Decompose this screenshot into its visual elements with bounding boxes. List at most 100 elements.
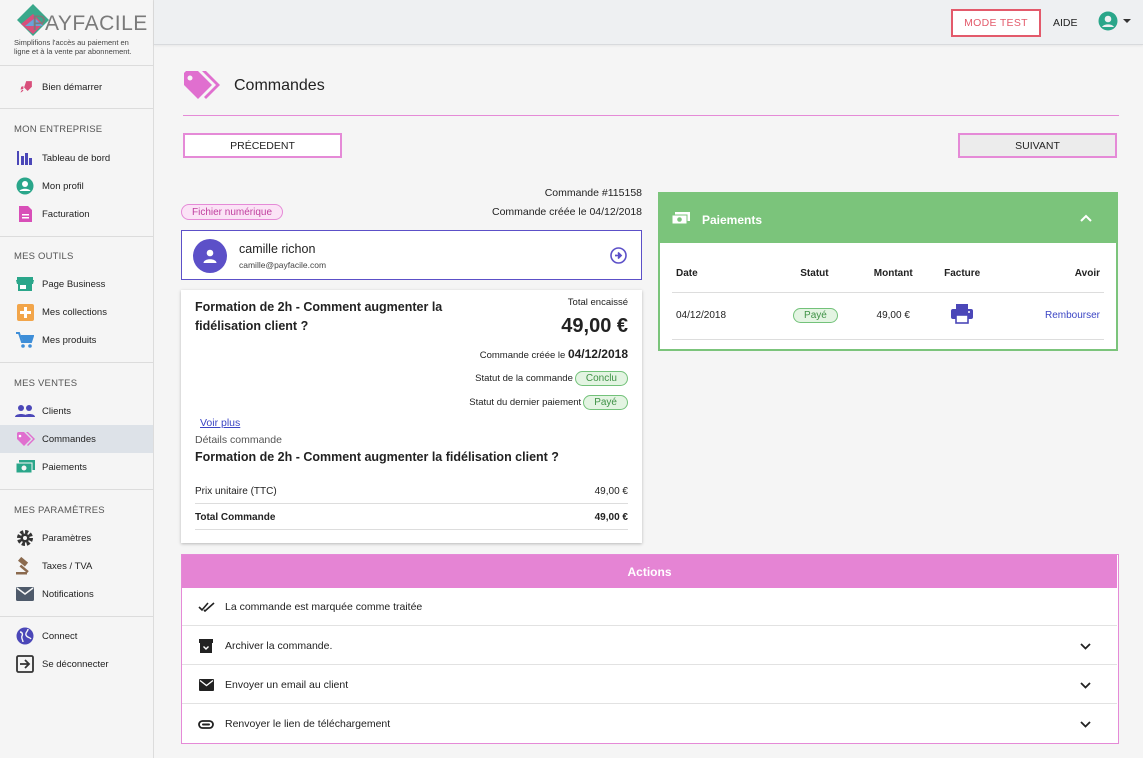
- sidebar-item-mon-profil[interactable]: Mon profil: [0, 172, 153, 200]
- payment-status-badge: Payé: [583, 395, 628, 410]
- total-value: 49,00 €: [561, 315, 628, 337]
- brand-tagline: Simplifions l'accès au paiement en ligne…: [14, 38, 132, 56]
- created-label: Commande créée le: [479, 350, 566, 361]
- total-order-label: Total Commande: [195, 512, 276, 523]
- arrow-right-circle-icon[interactable]: [610, 247, 627, 267]
- unit-price-label: Prix unitaire (TTC): [195, 486, 277, 497]
- person-icon: [203, 249, 217, 263]
- action-archive[interactable]: Archiver la commande.: [182, 627, 1117, 665]
- sidebar-item-label: Mes collections: [42, 306, 107, 318]
- action-resend-link[interactable]: Renvoyer le lien de téléchargement: [182, 705, 1117, 743]
- sidebar-item-se-deconnecter[interactable]: Se déconnecter: [0, 650, 153, 678]
- archive-icon: [196, 638, 216, 653]
- refund-cell: Rembourser: [995, 292, 1104, 340]
- rocket-icon: [15, 77, 35, 97]
- account-circle-icon: [1098, 11, 1118, 31]
- sidebar-item-label: Paiements: [42, 461, 87, 473]
- section-title: MES PARAMÈTRES: [14, 505, 105, 516]
- action-label: Envoyer un email au client: [225, 678, 349, 691]
- chevron-up-icon[interactable]: [1080, 213, 1092, 225]
- client-email: camille@payfacile.com: [239, 260, 327, 270]
- sidebar-item-label: Bien démarrer: [42, 81, 103, 93]
- see-more-link[interactable]: Voir plus: [200, 417, 240, 429]
- total-label: Total encaissé: [567, 297, 628, 308]
- order-number: Commande #115158: [544, 187, 642, 199]
- divider: [0, 616, 153, 617]
- mode-test-button[interactable]: MODE TEST: [951, 9, 1041, 37]
- sidebar-item-tableau-de-bord[interactable]: Tableau de bord: [0, 144, 153, 172]
- payment-status-badge: Payé: [793, 308, 838, 323]
- logo[interactable]: PAYFACILE Simplifions l'accès au paiemen…: [0, 0, 154, 66]
- chevron-down-icon[interactable]: [1080, 719, 1091, 731]
- column-header: Montant: [857, 255, 929, 293]
- gear-icon: [15, 528, 35, 548]
- sidebar-item-mes-produits[interactable]: Mes produits: [0, 326, 153, 354]
- action-mark-processed[interactable]: La commande est marquée comme traitée: [182, 588, 1117, 626]
- action-label: Renvoyer le lien de téléchargement: [225, 718, 391, 730]
- order-card: Formation de 2h - Comment augmenter la f…: [181, 290, 642, 543]
- logout-icon: [15, 654, 35, 674]
- page-header: Commandes: [183, 66, 1119, 116]
- chevron-down-icon[interactable]: [1080, 641, 1091, 653]
- print-icon[interactable]: [951, 304, 974, 327]
- payments-title: Paiements: [702, 213, 763, 227]
- table-row: 04/12/2018 Payé 49,00 € Rembourser: [672, 292, 1104, 340]
- sidebar-item-label: Mes produits: [42, 334, 97, 346]
- store-icon: [15, 274, 35, 294]
- sidebar-item-mes-collections[interactable]: Mes collections: [0, 298, 153, 326]
- unit-price-value: 49,00 €: [594, 486, 628, 497]
- column-header: Statut: [771, 255, 858, 293]
- sidebar-item-taxes-tva[interactable]: Taxes / TVA: [0, 552, 153, 580]
- payments-panel: Paiements Date Statut Montant Facture Av…: [658, 192, 1118, 351]
- sidebar-item-clients[interactable]: Clients: [0, 397, 153, 425]
- sidebar-item-label: Facturation: [42, 208, 90, 220]
- divider: [0, 236, 153, 237]
- brand-name: PAYFACILE: [32, 12, 148, 35]
- sidebar-item-commandes[interactable]: Commandes: [0, 425, 153, 453]
- section-title: MON ENTREPRISE: [14, 124, 103, 135]
- sidebar-item-label: Page Business: [42, 278, 106, 290]
- client-card[interactable]: camille richon camille@payfacile.com: [181, 230, 642, 280]
- payments-header[interactable]: Paiements: [660, 194, 1116, 243]
- sidebar-item-label: Paramètres: [42, 532, 92, 544]
- column-header: Date: [672, 255, 772, 293]
- client-name: camille richon: [239, 242, 316, 256]
- payment-amount: 49,00 €: [857, 292, 929, 340]
- refund-link[interactable]: Rembourser: [1045, 310, 1100, 321]
- collection-icon: [15, 302, 35, 322]
- sidebar-item-facturation[interactable]: Facturation: [0, 200, 153, 228]
- sidebar-item-label: Connect: [42, 630, 78, 642]
- order-created: Commande créée le 04/12/2018: [491, 206, 642, 218]
- previous-button[interactable]: PRÉCEDENT: [183, 133, 342, 158]
- sidebar-item-bien-demarrer[interactable]: Bien démarrer: [0, 73, 153, 101]
- sidebar-item-parametres[interactable]: Paramètres: [0, 524, 153, 552]
- action-send-email[interactable]: Envoyer un email au client: [182, 666, 1117, 704]
- document-icon: [15, 204, 35, 224]
- sidebar-item-connect[interactable]: Connect: [0, 622, 153, 650]
- gavel-icon: [15, 556, 35, 576]
- chevron-down-icon[interactable]: [1080, 680, 1091, 692]
- sidebar-item-label: Tableau de bord: [42, 152, 111, 164]
- payments-table: Date Statut Montant Facture Avoir 04/12/…: [672, 255, 1104, 340]
- bar-chart-icon: [15, 148, 35, 168]
- sidebar-item-label: Clients: [42, 405, 72, 417]
- next-button[interactable]: SUIVANT: [958, 133, 1117, 158]
- invoice-cell: [928, 292, 996, 340]
- attach-icon: [196, 719, 216, 729]
- sidebar-item-page-business[interactable]: Page Business: [0, 270, 153, 298]
- total-order-row: Total Commande 49,00 €: [195, 506, 628, 530]
- page-title: Commandes: [234, 77, 325, 94]
- table-header: Date Statut Montant Facture Avoir: [672, 255, 1104, 293]
- help-link[interactable]: AIDE: [1053, 17, 1078, 29]
- sidebar-item-notifications[interactable]: Notifications: [0, 580, 153, 608]
- people-icon: [15, 401, 35, 421]
- order-date-line: Commande créée le 04/12/2018: [480, 347, 628, 361]
- user-menu[interactable]: [1098, 11, 1132, 31]
- sidebar-item-label: Se déconnecter: [42, 658, 109, 670]
- tags-icon: [184, 71, 220, 99]
- unit-price-row: Prix unitaire (TTC) 49,00 €: [195, 480, 628, 504]
- sidebar-item-paiements[interactable]: Paiements: [0, 453, 153, 481]
- order-status-line: Statut de la commande Conclu: [475, 371, 628, 386]
- profile-icon: [15, 176, 35, 196]
- actions-title: Actions: [182, 555, 1117, 588]
